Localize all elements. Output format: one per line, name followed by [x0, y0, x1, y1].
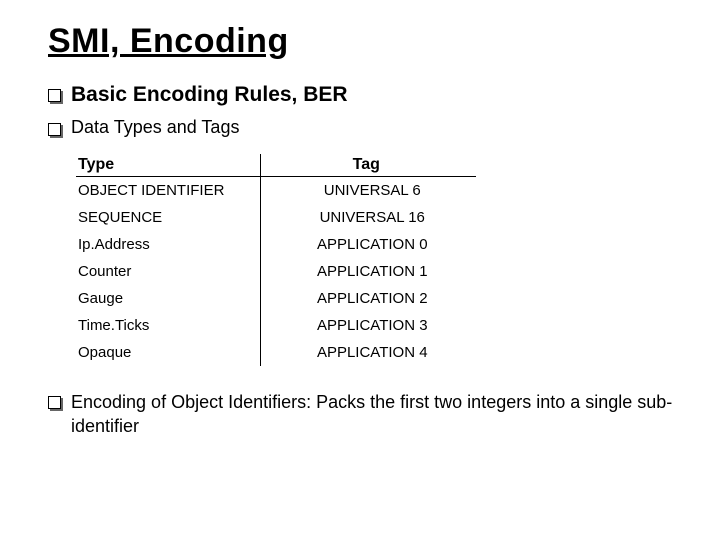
table-header-tag: Tag: [260, 154, 476, 177]
data-types-table: Type Tag OBJECT IDENTIFIERUNIVERSAL 6SEQ…: [76, 154, 476, 366]
bullet-item: Basic Encoding Rules, BER: [48, 83, 680, 107]
bullet-item: Encoding of Object Identifiers: Packs th…: [48, 390, 680, 439]
slide-title: SMI, Encoding: [48, 22, 680, 61]
square-bullet-icon: [48, 123, 61, 136]
table-row: CounterAPPLICATION 1: [76, 258, 476, 285]
cell-type: Time.Ticks: [76, 312, 260, 339]
cell-tag: APPLICATION 2: [260, 285, 476, 312]
cell-tag: APPLICATION 3: [260, 312, 476, 339]
slide: SMI, Encoding Basic Encoding Rules, BER …: [0, 0, 720, 540]
cell-tag: APPLICATION 1: [260, 258, 476, 285]
cell-tag: APPLICATION 4: [260, 339, 476, 366]
table-body: OBJECT IDENTIFIERUNIVERSAL 6SEQUENCEUNIV…: [76, 177, 476, 367]
bullet-item: Data Types and Tags: [48, 117, 680, 138]
square-bullet-icon: [48, 89, 61, 102]
cell-type: Ip.Address: [76, 231, 260, 258]
cell-tag: APPLICATION 0: [260, 231, 476, 258]
bullet-text: Encoding of Object Identifiers: Packs th…: [71, 390, 680, 439]
cell-tag: UNIVERSAL 6: [260, 177, 476, 205]
table-row: OpaqueAPPLICATION 4: [76, 339, 476, 366]
bullet-list: Basic Encoding Rules, BER Data Types and…: [48, 83, 680, 439]
cell-type: Gauge: [76, 285, 260, 312]
cell-type: Opaque: [76, 339, 260, 366]
bullet-text: Data Types and Tags: [71, 117, 239, 138]
table-row: GaugeAPPLICATION 2: [76, 285, 476, 312]
table-row: Ip.AddressAPPLICATION 0: [76, 231, 476, 258]
cell-type: OBJECT IDENTIFIER: [76, 177, 260, 205]
table-row: SEQUENCEUNIVERSAL 16: [76, 204, 476, 231]
table-row: OBJECT IDENTIFIERUNIVERSAL 6: [76, 177, 476, 205]
bullet-text: Basic Encoding Rules, BER: [71, 83, 348, 107]
table-container: Type Tag OBJECT IDENTIFIERUNIVERSAL 6SEQ…: [48, 148, 680, 380]
cell-type: Counter: [76, 258, 260, 285]
cell-type: SEQUENCE: [76, 204, 260, 231]
square-bullet-icon: [48, 396, 61, 409]
table-header-type: Type: [76, 154, 260, 177]
table-row: Time.TicksAPPLICATION 3: [76, 312, 476, 339]
cell-tag: UNIVERSAL 16: [260, 204, 476, 231]
